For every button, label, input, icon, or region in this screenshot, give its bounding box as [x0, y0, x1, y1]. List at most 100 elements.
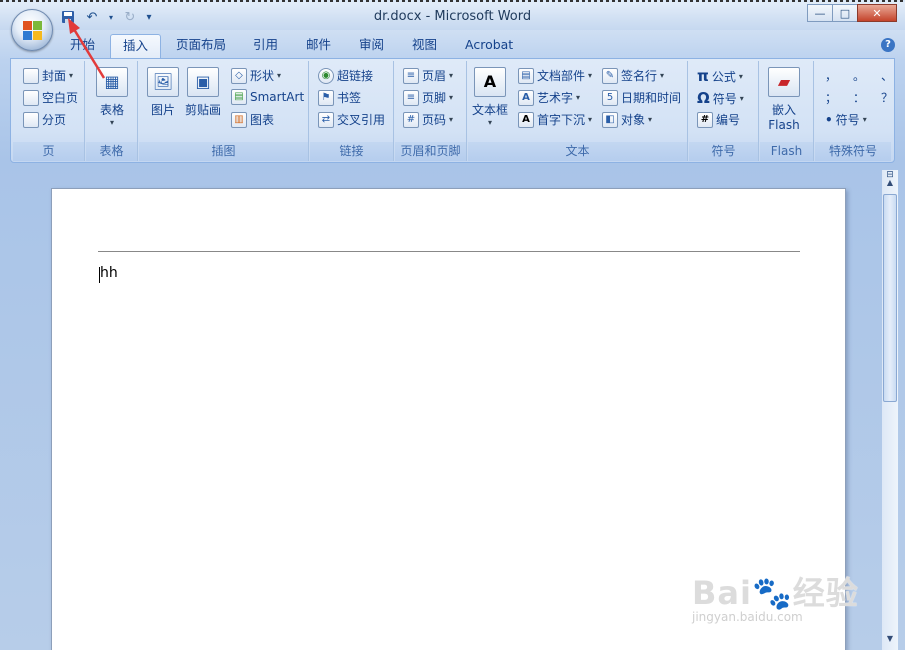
signature-line-button[interactable]: ✎ 签名行 ▾: [602, 67, 664, 84]
scroll-down-icon[interactable]: ▼: [883, 634, 897, 648]
footer-button[interactable]: ≡ 页脚 ▾: [403, 89, 453, 106]
maximize-button[interactable]: □: [832, 4, 858, 22]
colon-char[interactable]: ：: [853, 89, 865, 106]
page-break-label: 分页: [42, 113, 67, 127]
equation-button[interactable]: π 公式 ▾: [697, 67, 743, 85]
calendar-icon: 5: [602, 89, 618, 106]
customize-qat-button[interactable]: ▾: [144, 7, 154, 27]
quick-parts-label: 文档部件: [537, 69, 586, 83]
wordart-icon: A: [518, 89, 534, 106]
date-time-button[interactable]: 5 日期和时间: [602, 89, 681, 106]
clipart-button[interactable]: ▣ 剪贴画: [185, 67, 221, 118]
group-label-text: 文本: [468, 142, 687, 161]
numbering-button[interactable]: # 编号: [697, 111, 740, 128]
quick-parts-icon: ▤: [518, 67, 534, 84]
drop-cap-label: 首字下沉: [537, 113, 586, 127]
drop-cap-button[interactable]: A 首字下沉 ▾: [518, 111, 592, 128]
page-number-label: 页码: [422, 113, 447, 127]
picture-label: 图片: [150, 103, 175, 117]
clipart-icon: ▣: [187, 67, 219, 97]
group-illustrations: 🖼 图片 ▣ 剪贴画 ◇ 形状 ▾ ▤ SmartArt ▥ 图表 插图: [139, 61, 309, 161]
embed-flash-button[interactable]: ▰ 嵌入 Flash: [768, 67, 800, 132]
hyperlink-button[interactable]: ◉ 超链接: [318, 67, 373, 84]
date-time-label: 日期和时间: [621, 91, 682, 105]
page-break-icon: [23, 111, 39, 128]
equation-label: 公式: [711, 69, 736, 84]
group-symbols: π 公式 ▾ Ω 符号 ▾ # 编号 符号: [689, 61, 759, 161]
ribbon-insert: 封面 ▾ 空白页 分页 页 ▦ 表格 ▾ 表格 🖼 图片 ▣ 剪贴画 ◇ 形状 ▾: [10, 58, 895, 163]
comma-char[interactable]: ，: [825, 67, 837, 84]
tab-insert[interactable]: 插入: [110, 34, 162, 58]
quick-parts-button[interactable]: ▤ 文档部件 ▾: [518, 67, 592, 84]
view-ruler-icon[interactable]: ⊟: [882, 170, 898, 184]
office-button[interactable]: [11, 9, 53, 51]
scroll-thumb[interactable]: [883, 194, 897, 402]
ribbon-tabs: 开始 插入 页面布局 引用 邮件 审阅 视图 Acrobat: [0, 30, 905, 58]
group-links: ◉ 超链接 ⚑ 书签 ⇄ 交叉引用 链接: [310, 61, 394, 161]
blank-page-icon: [23, 89, 39, 106]
smartart-button[interactable]: ▤ SmartArt: [231, 89, 304, 105]
word-window: dr.docx - Microsoft Word — □ ✕ ↶ ▾ ↻ ▾ 开…: [0, 0, 905, 650]
chevron-down-icon: ▾: [488, 118, 493, 127]
object-label: 对象: [621, 113, 646, 127]
blank-page-button[interactable]: 空白页: [23, 89, 78, 106]
semicolon-char[interactable]: ；: [825, 89, 837, 106]
annotation-arrow: [68, 18, 106, 79]
wordart-button[interactable]: A 艺术字 ▾: [518, 89, 580, 106]
cross-reference-button[interactable]: ⇄ 交叉引用: [318, 111, 385, 128]
numbering-label: 编号: [716, 113, 741, 127]
cross-reference-icon: ⇄: [318, 111, 334, 128]
tab-mailings[interactable]: 邮件: [294, 34, 343, 58]
chevron-down-icon: ▾: [449, 115, 454, 124]
tab-view[interactable]: 视图: [400, 34, 449, 58]
page-number-icon: #: [403, 111, 419, 128]
bookmark-button[interactable]: ⚑ 书签: [318, 89, 361, 106]
special-symbol-button[interactable]: • 符号 ▾: [825, 111, 867, 128]
flash-icon: ▰: [768, 67, 800, 97]
enumeration-comma-char[interactable]: 、: [881, 67, 893, 84]
tab-references[interactable]: 引用: [241, 34, 290, 58]
redo-icon[interactable]: ↻: [120, 7, 140, 27]
textbox-button[interactable]: A 文本框 ▾: [472, 67, 508, 127]
watermark-brand: Bai🐾经验: [692, 574, 859, 612]
omega-icon: Ω: [697, 89, 710, 107]
vertical-scrollbar[interactable]: ▲ ▼: [882, 170, 898, 650]
picture-button[interactable]: 🖼 图片: [147, 67, 179, 118]
document-text[interactable]: hh: [100, 265, 118, 281]
header-label: 页眉: [422, 69, 447, 83]
shapes-button[interactable]: ◇ 形状 ▾: [231, 67, 281, 84]
globe-icon: ◉: [318, 67, 334, 84]
group-label-header-footer: 页眉和页脚: [395, 142, 466, 161]
chevron-down-icon: ▾: [660, 71, 665, 80]
special-symbol-label: 符号: [835, 113, 860, 127]
footer-icon: ≡: [403, 89, 419, 106]
close-button[interactable]: ✕: [857, 4, 897, 22]
chevron-down-icon: ▾: [109, 118, 114, 127]
tab-page-layout[interactable]: 页面布局: [164, 34, 238, 58]
tab-acrobat[interactable]: Acrobat: [453, 34, 525, 58]
picture-icon: 🖼: [147, 67, 179, 97]
symbol-label: 符号: [712, 91, 737, 106]
pi-icon: π: [697, 67, 709, 85]
header-icon: ≡: [403, 67, 419, 84]
group-label-tables: 表格: [86, 142, 137, 161]
period-char[interactable]: 。: [853, 67, 865, 84]
object-button[interactable]: ◧ 对象 ▾: [602, 111, 652, 128]
tab-review[interactable]: 审阅: [347, 34, 396, 58]
object-icon: ◧: [602, 111, 618, 128]
question-char[interactable]: ？: [881, 89, 893, 106]
chart-button[interactable]: ▥ 图表: [231, 111, 274, 128]
chevron-down-icon: ▾: [739, 93, 744, 103]
group-label-pages: 页: [13, 142, 84, 161]
chart-icon: ▥: [231, 111, 247, 128]
bookmark-label: 书签: [337, 91, 362, 105]
page-break-button[interactable]: 分页: [23, 111, 66, 128]
header-button[interactable]: ≡ 页眉 ▾: [403, 67, 453, 84]
minimize-button[interactable]: —: [807, 4, 833, 22]
page-number-button[interactable]: # 页码 ▾: [403, 111, 453, 128]
group-special-symbols: ， 。 、 ； ： ？ • 符号 ▾ 特殊符号: [815, 61, 893, 161]
hyperlink-label: 超链接: [337, 69, 374, 83]
chevron-down-icon: ▾: [588, 71, 593, 80]
symbol-button[interactable]: Ω 符号 ▾: [697, 89, 744, 107]
help-icon[interactable]: ?: [881, 38, 895, 52]
